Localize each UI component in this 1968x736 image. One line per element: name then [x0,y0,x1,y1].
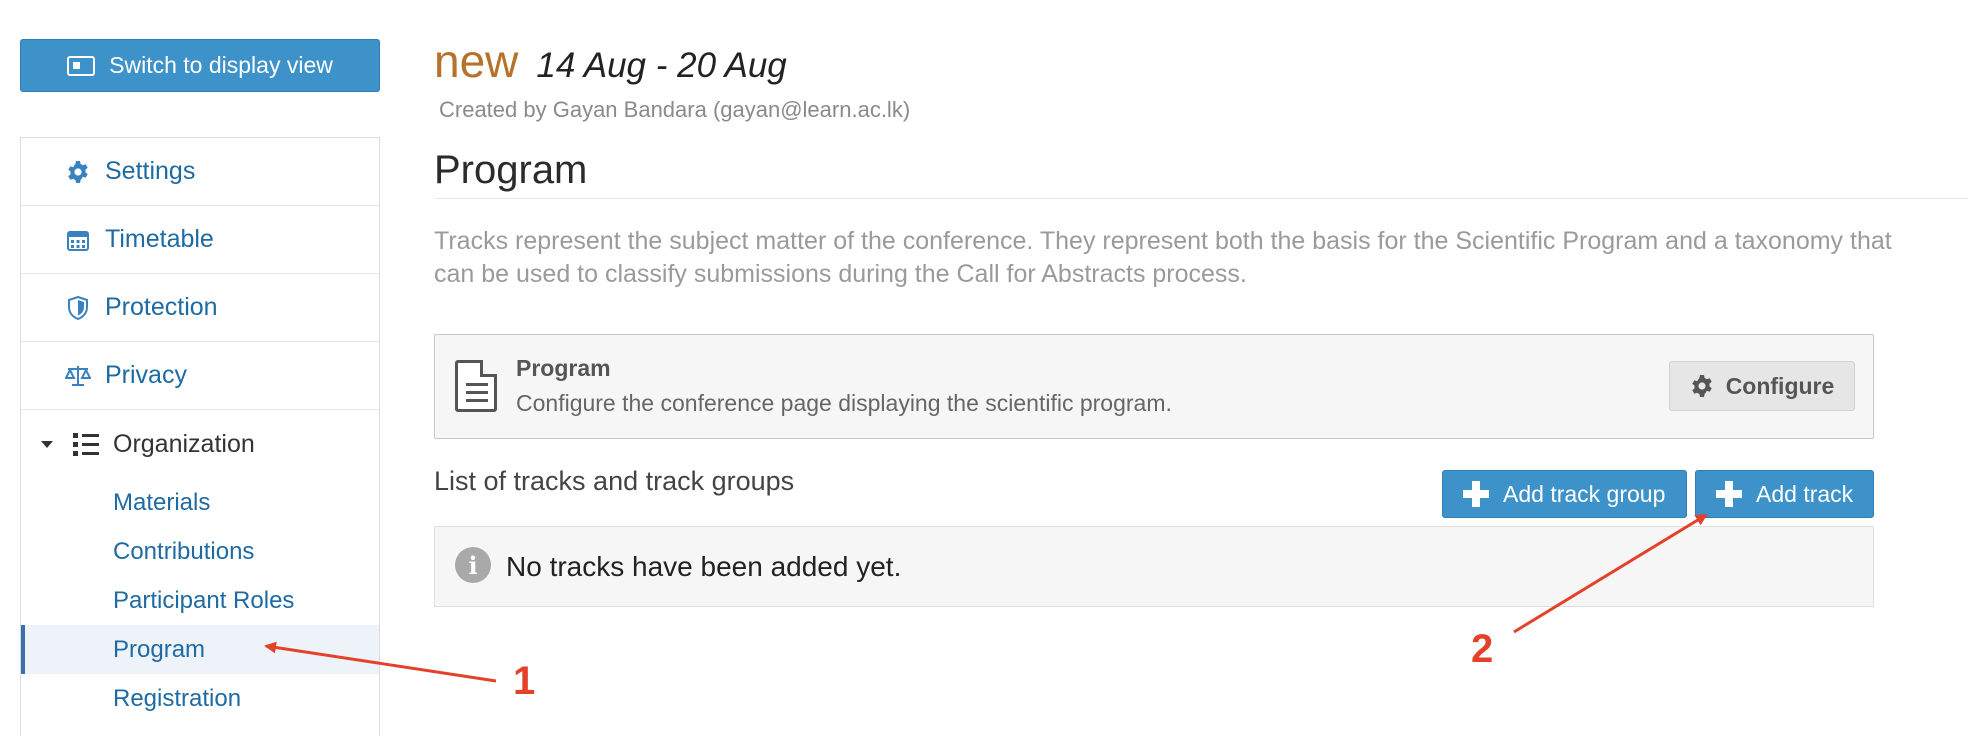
annotation-marker-1: 1 [513,659,536,703]
shield-icon [65,295,91,321]
balance-scale-icon [65,363,91,389]
add-track-group-button[interactable]: Add track group [1442,470,1687,518]
sidebar-subitem-program[interactable]: Program [21,625,379,674]
sidebar-item-settings[interactable]: Settings [21,138,379,206]
created-by-text: Created by Gayan Bandara (gayan@learn.ac… [439,97,911,122]
title-divider [434,198,1968,199]
display-view-icon [67,55,96,76]
sidebar-item-timetable-label: Timetable [105,225,214,253]
sidebar-item-timetable[interactable]: Timetable [21,206,379,274]
sidebar-subitem-participant-roles[interactable]: Participant Roles [21,576,379,625]
add-track-label: Add track [1756,480,1854,507]
empty-tracks-message: i No tracks have been added yet. [434,526,1874,607]
tracks-list-heading: List of tracks and track groups [434,466,795,496]
sidebar-item-settings-label: Settings [105,157,196,185]
annotation-marker-2: 2 [1471,627,1494,671]
plus-icon [1716,481,1742,507]
plus-icon [1463,481,1489,507]
sidebar-item-privacy[interactable]: Privacy [21,342,379,410]
sidebar-item-protection[interactable]: Protection [21,274,379,342]
list-icon [73,433,99,456]
event-header: new 14 Aug - 20 Aug [434,34,787,88]
program-panel-title: Program [516,355,611,381]
configure-button[interactable]: Configure [1669,361,1855,411]
add-track-button[interactable]: Add track [1695,470,1874,518]
page-description: Tracks represent the subject matter of t… [434,227,1892,288]
add-track-group-label: Add track group [1503,480,1666,507]
switch-to-display-view-button[interactable]: Switch to display view [20,39,380,92]
switch-to-display-view-label: Switch to display view [109,52,333,78]
sidebar-item-organization-label: Organization [113,429,255,458]
sidebar-item-privacy-label: Privacy [105,361,187,389]
sidebar-subitem-materials[interactable]: Materials [21,478,379,527]
sidebar-item-protection-label: Protection [105,293,218,321]
gear-icon [65,159,91,185]
info-icon: i [455,547,491,583]
program-settings-panel: Program Configure the conference page di… [434,334,1874,439]
event-name[interactable]: new [434,34,518,88]
sidebar-menu: Settings Timetable Protection Privacy Or… [20,137,380,736]
caret-down-icon [41,440,53,448]
configure-button-label: Configure [1725,372,1835,399]
gear-icon [1691,375,1712,397]
sidebar-subitem-registration[interactable]: Registration [21,674,379,723]
document-icon [455,360,497,412]
program-panel-description: Configure the conference page displaying… [516,390,1172,416]
event-dates: 14 Aug - 20 Aug [536,46,787,85]
page-title: Program [434,148,588,192]
sidebar-subitem-contributions[interactable]: Contributions [21,527,379,576]
sidebar-item-organization[interactable]: Organization [21,410,379,478]
empty-tracks-text: No tracks have been added yet. [506,551,902,582]
calendar-icon [65,227,91,253]
